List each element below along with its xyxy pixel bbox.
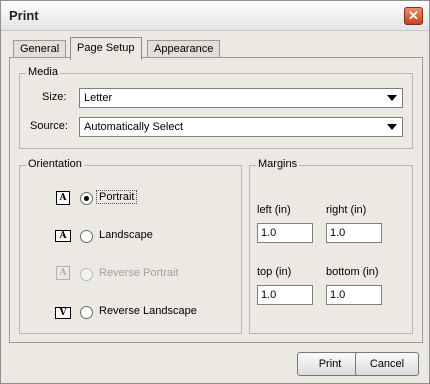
size-value: Letter <box>84 92 113 104</box>
portrait-orientation-icon: A <box>56 191 70 205</box>
tab-page-setup[interactable]: Page Setup <box>70 37 142 60</box>
margins-group-label: Margins <box>256 158 300 170</box>
right-margin-input[interactable]: 1.0 <box>326 223 382 243</box>
close-icon[interactable]: ✕ <box>404 7 423 25</box>
source-label: Source: <box>30 120 68 132</box>
tab-general[interactable]: General <box>13 40 67 58</box>
page-setup-panel: Media Size: Letter Source: Automatically… <box>9 57 423 343</box>
size-select[interactable]: Letter <box>79 88 403 108</box>
cancel-button[interactable]: Cancel <box>355 352 419 376</box>
reverse-landscape-orientation-icon: V <box>55 307 71 319</box>
window-title: Print <box>9 8 39 23</box>
media-group: Media Size: Letter Source: Automatically… <box>19 66 413 149</box>
reverse-landscape-radio[interactable] <box>80 306 93 319</box>
reverse-portrait-radio <box>80 268 93 281</box>
source-select[interactable]: Automatically Select <box>79 117 403 137</box>
top-margin-input[interactable]: 1.0 <box>257 285 313 305</box>
margins-group: Margins left (in) 1.0 right (in) 1.0 top… <box>249 158 413 334</box>
reverse-portrait-label: Reverse Portrait <box>99 267 179 279</box>
reverse-portrait-orientation-icon: A <box>56 266 70 280</box>
portrait-label-text[interactable]: Portrait <box>96 190 138 204</box>
size-label: Size: <box>42 91 67 103</box>
tab-appearance[interactable]: Appearance <box>147 40 221 58</box>
portrait-radio[interactable] <box>80 192 93 205</box>
bottom-margin-label: bottom (in) <box>326 266 379 278</box>
top-margin-label: top (in) <box>257 266 292 278</box>
media-group-label: Media <box>26 66 60 78</box>
source-value: Automatically Select <box>84 121 184 133</box>
print-dialog: Print ✕ General Page Setup Appearance Me… <box>0 0 430 384</box>
landscape-radio[interactable] <box>80 230 93 243</box>
left-margin-label: left (in) <box>257 204 291 216</box>
chevron-down-icon[interactable] <box>387 95 397 101</box>
bottom-margin-input[interactable]: 1.0 <box>326 285 382 305</box>
left-margin-input[interactable]: 1.0 <box>257 223 313 243</box>
orientation-group-label: Orientation <box>26 158 84 170</box>
landscape-orientation-icon: A <box>55 230 71 242</box>
portrait-label[interactable]: Portrait <box>96 190 138 204</box>
right-margin-label: right (in) <box>326 204 367 216</box>
reverse-landscape-label[interactable]: Reverse Landscape <box>99 305 197 317</box>
print-button[interactable]: Print <box>297 352 363 376</box>
orientation-group: Orientation A Portrait A Landscape A Rev… <box>19 158 242 334</box>
chevron-down-icon[interactable] <box>387 124 397 130</box>
title-bar[interactable]: Print ✕ <box>1 1 429 31</box>
landscape-label[interactable]: Landscape <box>99 229 153 241</box>
